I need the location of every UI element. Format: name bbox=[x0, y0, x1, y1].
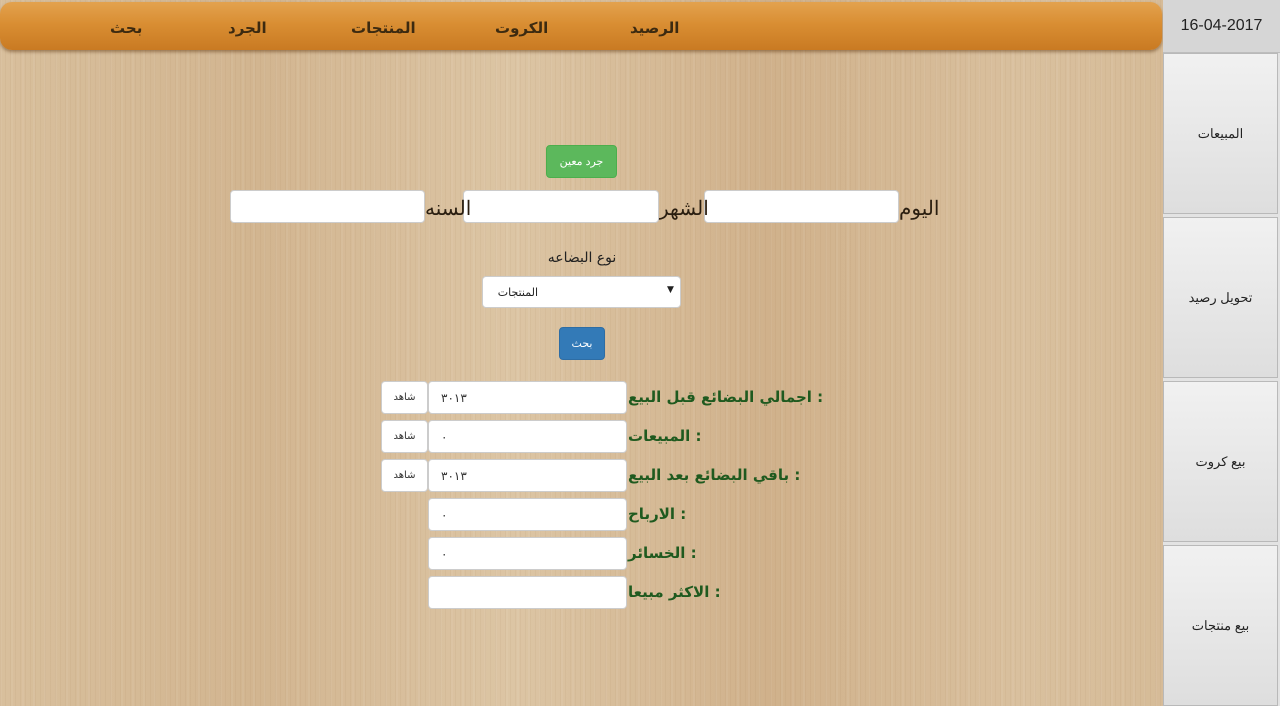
remaining-after-sale-label: باقي البضائع بعد البيع : bbox=[628, 466, 801, 484]
sales-label: المبيعات : bbox=[628, 427, 702, 445]
year-input[interactable] bbox=[230, 190, 425, 223]
current-date: 16-04-2017 bbox=[1163, 0, 1280, 53]
year-label: السنه bbox=[425, 196, 472, 220]
field-value: ٠ bbox=[441, 508, 448, 522]
goods-type-selected: المنتجات bbox=[497, 286, 538, 299]
search-button[interactable]: بحث bbox=[559, 327, 605, 360]
field-value: ٠ bbox=[441, 547, 448, 561]
nav-item-search[interactable]: بحث bbox=[110, 19, 142, 37]
sidebar-item-balance-transfer[interactable]: تحويل رصيد bbox=[1163, 217, 1278, 378]
day-input[interactable] bbox=[704, 190, 899, 223]
view-total-before-sale-button[interactable]: شاهد bbox=[381, 381, 428, 414]
month-input[interactable] bbox=[463, 190, 659, 223]
sidebar-item-label: المبيعات bbox=[1197, 125, 1244, 141]
view-sales-button[interactable]: شاهد bbox=[381, 420, 428, 453]
dropdown-arrow-icon: ▼ bbox=[667, 285, 674, 295]
sidebar-item-sales[interactable]: المبيعات bbox=[1163, 53, 1278, 214]
nav-item-balance[interactable]: الرصيد bbox=[630, 19, 679, 37]
losses-field[interactable]: ٠ bbox=[428, 537, 627, 570]
sidebar: 16-04-2017 المبيعات تحويل رصيد بيع كروت … bbox=[1163, 0, 1280, 706]
sidebar-item-label: بيع كروت bbox=[1195, 453, 1246, 469]
sidebar-item-sell-products[interactable]: بيع منتجات bbox=[1163, 545, 1278, 706]
field-value: ٣٠١٣ bbox=[441, 391, 467, 405]
sidebar-item-sell-cards[interactable]: بيع كروت bbox=[1163, 381, 1278, 542]
remaining-after-sale-field[interactable]: ٣٠١٣ bbox=[428, 459, 627, 492]
total-before-sale-field[interactable]: ٣٠١٣ bbox=[428, 381, 627, 414]
nav-item-products[interactable]: المنتجات bbox=[351, 19, 416, 37]
day-label: اليوم bbox=[899, 196, 940, 220]
nav-item-cards[interactable]: الكروت bbox=[495, 19, 548, 37]
field-value: ٣٠١٣ bbox=[441, 469, 467, 483]
profits-field[interactable]: ٠ bbox=[428, 498, 627, 531]
field-value: ٠ bbox=[441, 430, 448, 444]
goods-type-label: نوع البضاعه bbox=[547, 250, 617, 266]
nav-item-inventory[interactable]: الجرد bbox=[228, 19, 267, 37]
sales-field[interactable]: ٠ bbox=[428, 420, 627, 453]
best-seller-label: الاكثر مبيعا : bbox=[628, 583, 721, 601]
sidebar-item-label: تحويل رصيد bbox=[1188, 289, 1253, 305]
best-seller-field[interactable] bbox=[428, 576, 627, 609]
goods-type-select[interactable]: المنتجات ▼ bbox=[482, 276, 681, 308]
view-remaining-after-sale-button[interactable]: شاهد bbox=[381, 459, 428, 492]
sidebar-item-label: بيع منتجات bbox=[1191, 617, 1250, 633]
specific-inventory-button[interactable]: جرد معين bbox=[546, 145, 617, 178]
top-nav-bar: الرصيد الكروت المنتجات الجرد بحث bbox=[0, 2, 1162, 50]
profits-label: الارباح : bbox=[628, 505, 687, 523]
losses-label: الخسائر : bbox=[628, 544, 697, 562]
total-before-sale-label: اجمالي البضائع قبل البيع : bbox=[628, 388, 824, 406]
month-label: الشهر bbox=[659, 196, 709, 220]
